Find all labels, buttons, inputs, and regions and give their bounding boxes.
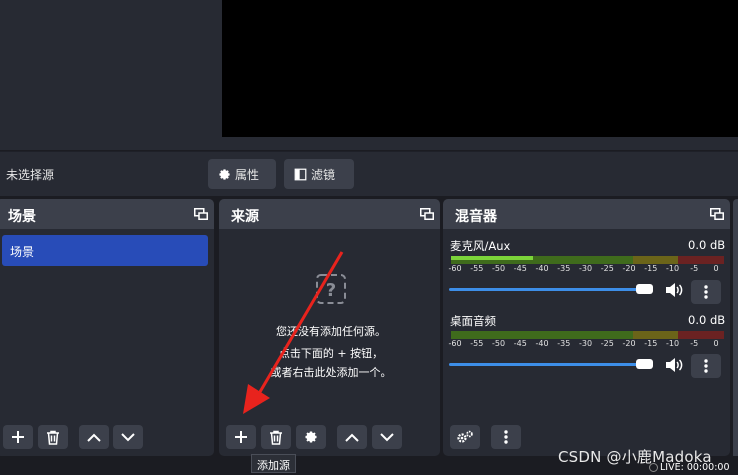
speaker-icon[interactable] [665,357,683,373]
move-scene-up-button[interactable] [79,425,109,449]
meter-tick-label: -45 [513,264,527,273]
preview-canvas[interactable] [222,0,738,137]
undock-icon[interactable] [710,208,724,220]
mixer-title: 混音器 [455,209,497,225]
speaker-icon[interactable] [665,282,683,298]
scene-list-item[interactable]: 场景 [2,235,208,266]
mixer-channel-db: 0.0 dB [688,238,726,252]
meter-tick-label: 0 [713,339,719,348]
meter-tick-label: -20 [622,264,636,273]
chevron-down-icon [121,432,135,441]
meter-tick-label: -60 [448,264,462,273]
mixer-menu-button[interactable] [491,425,521,449]
scenes-title: 场景 [8,209,36,225]
mixer-channel-name: 麦克风/Aux [450,239,511,253]
meter-tick-label: -45 [513,339,527,348]
meter-tick-label: -25 [600,264,614,273]
add-source-button[interactable] [226,425,256,449]
live-status: LIVE: 00:00:00 [660,462,730,473]
filters-label: 滤镜 [311,167,336,182]
add-scene-button[interactable] [3,425,33,449]
volume-slider-handle[interactable] [636,359,653,369]
context-bar: 未选择源 属性 滤镜 [0,151,738,196]
mixer-channel-db: 0.0 dB [688,313,726,327]
meter-tick-label: -55 [470,339,484,348]
trash-icon [47,430,59,445]
kebab-icon [504,430,508,444]
meter-tick-label: -25 [600,339,614,348]
meter-tick-label: 0 [713,264,719,273]
meter-tick-label: -35 [557,264,571,273]
properties-label: 属性 [235,167,260,182]
gear-icon [218,168,231,181]
gears-icon [457,430,473,443]
undock-icon[interactable] [420,208,434,220]
meter-tick-label: -60 [448,339,462,348]
meter-tick-label: -15 [644,339,658,348]
source-properties-button[interactable] [296,425,326,449]
meter-tick-label: -10 [665,339,680,348]
remove-scene-button[interactable] [38,425,68,449]
meter-tick-label: -20 [622,339,636,348]
meter-tick-label: -30 [578,339,593,348]
meter-scale: -60 -55 -50 -45 -40 -35 -30 -25 -20 -15 -10 -5 0 [448,336,727,350]
sources-dock-header: 来源 [219,199,440,229]
selected-source-label: 未选择源 [6,168,55,182]
remove-source-button[interactable] [261,425,291,449]
chevron-down-icon [380,432,394,441]
meter-tick-label: -15 [644,264,658,273]
filter-icon [294,168,307,181]
volume-slider-handle[interactable] [636,284,653,294]
volume-slider[interactable] [449,288,645,291]
scenes-dock: 场景 场景 [0,199,214,456]
add-source-tooltip: 添加源 [251,454,296,473]
undock-icon[interactable] [194,208,208,220]
channel-menu-button[interactable] [691,354,721,378]
empty-sources-line-3: 或者右击此处添加一个。 [270,366,392,379]
meter-tick-label: -40 [535,264,549,273]
plus-icon [235,431,247,443]
meter-tick-label: -55 [470,264,484,273]
meter-tick-label: -30 [578,264,593,273]
scene-item-label: 场景 [10,245,35,259]
meter-tick-label: -5 [690,339,699,348]
move-scene-down-button[interactable] [113,425,143,449]
unknown-source-icon: ? [316,274,346,304]
plus-icon [12,431,24,443]
move-source-down-button[interactable] [372,425,402,449]
audio-meter-level [451,256,533,260]
meter-tick-label: -50 [491,264,506,273]
meter-tick-label: -35 [557,339,571,348]
mixer-dock-header: 混音器 [443,199,730,229]
chevron-up-icon [87,433,101,442]
gear-icon [305,431,317,443]
properties-button[interactable]: 属性 [208,159,276,189]
empty-sources-line-2: 点击下面的 + 按钮， [278,347,384,360]
chevron-up-icon [345,433,359,442]
meter-tick-label: -10 [665,264,680,273]
filters-button[interactable]: 滤镜 [284,159,354,189]
kebab-icon [704,285,708,299]
live-status-icon [649,463,658,472]
kebab-icon [704,359,708,373]
meter-tick-label: -50 [491,339,506,348]
scenes-dock-header: 场景 [0,199,214,229]
advanced-audio-button[interactable] [450,425,480,449]
svg-text:?: ? [326,280,336,301]
meter-tick-label: -40 [535,339,549,348]
meter-tick-label: -5 [690,264,699,273]
volume-slider[interactable] [449,363,645,366]
trash-icon [270,430,282,445]
channel-menu-button[interactable] [691,280,721,304]
meter-scale: -60 -55 -50 -45 -40 -35 -30 -25 -20 -15 -10 -5 0 [448,261,727,275]
move-source-up-button[interactable] [337,425,367,449]
next-dock-edge [733,199,738,456]
mixer-channel-name: 桌面音频 [450,314,496,328]
empty-sources-line-1: 您还没有添加任何源。 [276,325,386,338]
sources-title: 来源 [231,209,259,225]
